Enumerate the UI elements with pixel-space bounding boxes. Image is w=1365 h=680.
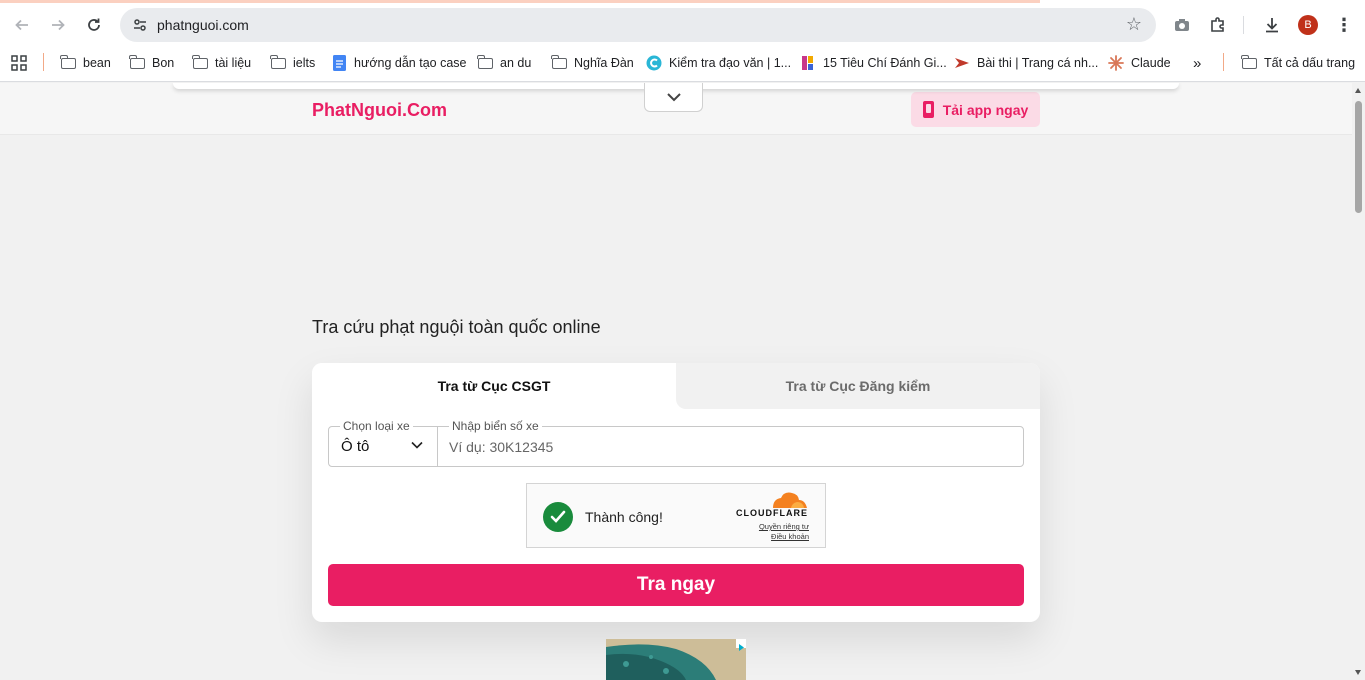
bookmark-label: Nghĩa Đàn bbox=[574, 56, 634, 70]
reload-icon bbox=[88, 18, 100, 31]
lookup-card: Tra từ Cục CSGT Tra từ Cục Đăng kiểm Chọ… bbox=[312, 363, 1040, 622]
site-info-button[interactable] bbox=[128, 13, 152, 37]
claude-icon bbox=[1108, 55, 1124, 71]
bookmark-star-icon[interactable]: ☆ bbox=[1126, 14, 1142, 35]
download-app-label: Tải app ngay bbox=[942, 101, 1029, 118]
cloudflare-logo-icon bbox=[773, 492, 807, 508]
ad-choices-icon[interactable] bbox=[736, 639, 746, 651]
browser-menu-button[interactable]: ⋮ bbox=[1335, 12, 1353, 38]
back-button[interactable] bbox=[9, 12, 35, 38]
more-bookmarks-button[interactable]: » bbox=[1193, 52, 1201, 74]
folder-icon bbox=[551, 54, 567, 71]
bookmark-bai-thi[interactable]: Bài thi | Trang cá nh... bbox=[954, 52, 1098, 74]
bookmark-tai-lieu[interactable]: tài liệu bbox=[192, 52, 251, 74]
bookmark-huong-dan[interactable]: hướng dẫn tạo case bbox=[331, 52, 466, 74]
camera-icon bbox=[1175, 19, 1189, 31]
bookmark-15-tieu-chi[interactable]: 15 Tiêu Chí Đánh Gi... bbox=[800, 52, 947, 74]
bookmarks-bar: bean Bon tài liệu ielts hướng dẫn tạo ca… bbox=[0, 48, 1365, 76]
chevron-down-icon bbox=[411, 441, 423, 449]
site-favicon bbox=[800, 55, 816, 71]
folder-icon bbox=[192, 54, 208, 71]
downloads-button[interactable] bbox=[1259, 12, 1285, 38]
puzzle-icon bbox=[1211, 17, 1224, 32]
bookmark-label: Kiểm tra đạo văn | 1... bbox=[669, 56, 792, 70]
bookmark-an-du[interactable]: an du bbox=[477, 52, 531, 74]
bookmark-nghia-dan[interactable]: Nghĩa Đàn bbox=[551, 52, 634, 74]
folder-icon bbox=[129, 54, 145, 71]
site-favicon bbox=[954, 55, 970, 71]
vehicle-type-label: Chọn loại xe bbox=[340, 419, 413, 433]
bookmark-label: ielts bbox=[293, 56, 316, 70]
all-bookmarks-button[interactable]: Tất cả dấu trang bbox=[1241, 52, 1355, 74]
scroll-up-arrow-icon[interactable] bbox=[1355, 88, 1361, 93]
apps-grid-icon bbox=[11, 55, 27, 71]
search-submit-button[interactable]: Tra ngay bbox=[328, 564, 1024, 606]
url-text[interactable]: phatnguoi.com bbox=[157, 17, 249, 33]
all-bookmarks-label: Tất cả dấu trang bbox=[1264, 56, 1356, 70]
bookmark-label: hướng dẫn tạo case bbox=[354, 56, 467, 70]
folder-icon bbox=[1241, 54, 1257, 71]
scrollbar-thumb[interactable] bbox=[1355, 101, 1362, 213]
google-docs-icon bbox=[331, 55, 347, 71]
chevron-double-right-icon: » bbox=[1193, 54, 1202, 72]
plate-number-placeholder: Ví dụ: 30K12345 bbox=[449, 439, 554, 455]
download-icon bbox=[1266, 18, 1278, 33]
bookmark-label: Claude bbox=[1131, 56, 1171, 70]
vehicle-type-select[interactable]: Chọn loại xe Ô tô bbox=[328, 419, 438, 467]
forward-button[interactable] bbox=[45, 12, 71, 38]
cloudflare-captcha[interactable]: Thành công! CLOUDFLARE Quyền riêng tư Đi… bbox=[526, 483, 826, 548]
folder-icon bbox=[270, 54, 286, 71]
tab-csgt[interactable]: Tra từ Cục CSGT bbox=[312, 363, 676, 409]
bookmark-label: Bon bbox=[152, 56, 175, 70]
cloudflare-brand: CLOUDFLARE bbox=[736, 508, 808, 518]
bookmark-label: an du bbox=[500, 56, 532, 70]
advertisement[interactable] bbox=[606, 639, 746, 680]
collapse-ad-button[interactable] bbox=[644, 83, 703, 112]
phone-icon bbox=[922, 101, 934, 118]
ad-image bbox=[606, 639, 746, 680]
page-scrollbar[interactable] bbox=[1352, 83, 1365, 680]
web-page: PhatNguoi.Com Tải app ngay Tra cứu phạt … bbox=[0, 83, 1352, 680]
tab-dang-kiem[interactable]: Tra từ Cục Đăng kiểm bbox=[676, 363, 1040, 409]
bookmark-label: 15 Tiêu Chí Đánh Gi... bbox=[823, 56, 947, 70]
screenshot-button[interactable] bbox=[1169, 12, 1195, 38]
success-check-icon bbox=[543, 502, 573, 532]
tune-icon bbox=[134, 19, 146, 31]
scroll-down-arrow-icon[interactable] bbox=[1355, 670, 1361, 675]
bookmark-bon[interactable]: Bon bbox=[129, 52, 174, 74]
folder-icon bbox=[60, 54, 76, 71]
bookmark-label: bean bbox=[83, 56, 111, 70]
privacy-link[interactable]: Quyền riêng tư bbox=[759, 522, 809, 531]
apps-button[interactable] bbox=[11, 52, 27, 74]
plate-number-field[interactable]: Nhập biển số xe Ví dụ: 30K12345 bbox=[437, 419, 1024, 467]
vehicle-type-value: Ô tô bbox=[341, 438, 370, 455]
terms-link[interactable]: Điều khoản bbox=[771, 532, 809, 541]
profile-avatar[interactable]: B bbox=[1298, 15, 1318, 35]
site-logo[interactable]: PhatNguoi.Com bbox=[312, 100, 447, 121]
plagiarism-site-icon bbox=[646, 55, 662, 71]
folder-icon bbox=[477, 54, 493, 71]
bookmark-ielts[interactable]: ielts bbox=[270, 52, 315, 74]
arrow-right-icon bbox=[52, 19, 65, 31]
bookmark-kiem-tra[interactable]: Kiểm tra đạo văn | 1... bbox=[646, 52, 791, 74]
captcha-status: Thành công! bbox=[585, 509, 663, 525]
extensions-button[interactable] bbox=[1205, 12, 1231, 38]
bookmark-label: tài liệu bbox=[215, 56, 252, 70]
bookmark-label: Bài thi | Trang cá nh... bbox=[977, 56, 1099, 70]
arrow-left-icon bbox=[15, 19, 28, 31]
bookmark-separator bbox=[43, 53, 44, 71]
toolbar-divider bbox=[1243, 16, 1244, 34]
browser-chrome: phatnguoi.com ☆ B ⋮ bean Bon tài liệu ie… bbox=[0, 0, 1365, 82]
chevron-down-icon bbox=[666, 93, 681, 102]
reload-button[interactable] bbox=[81, 12, 107, 38]
plate-number-label: Nhập biển số xe bbox=[449, 419, 542, 433]
tab-strip-accent bbox=[0, 0, 1040, 3]
page-title: Tra cứu phạt nguội toàn quốc online bbox=[312, 317, 601, 337]
bookmark-separator bbox=[1223, 53, 1224, 71]
bookmark-claude[interactable]: Claude bbox=[1108, 52, 1171, 74]
download-app-button[interactable]: Tải app ngay bbox=[911, 92, 1040, 127]
bookmark-bean[interactable]: bean bbox=[60, 52, 111, 74]
address-bar[interactable]: phatnguoi.com ☆ bbox=[120, 8, 1156, 42]
